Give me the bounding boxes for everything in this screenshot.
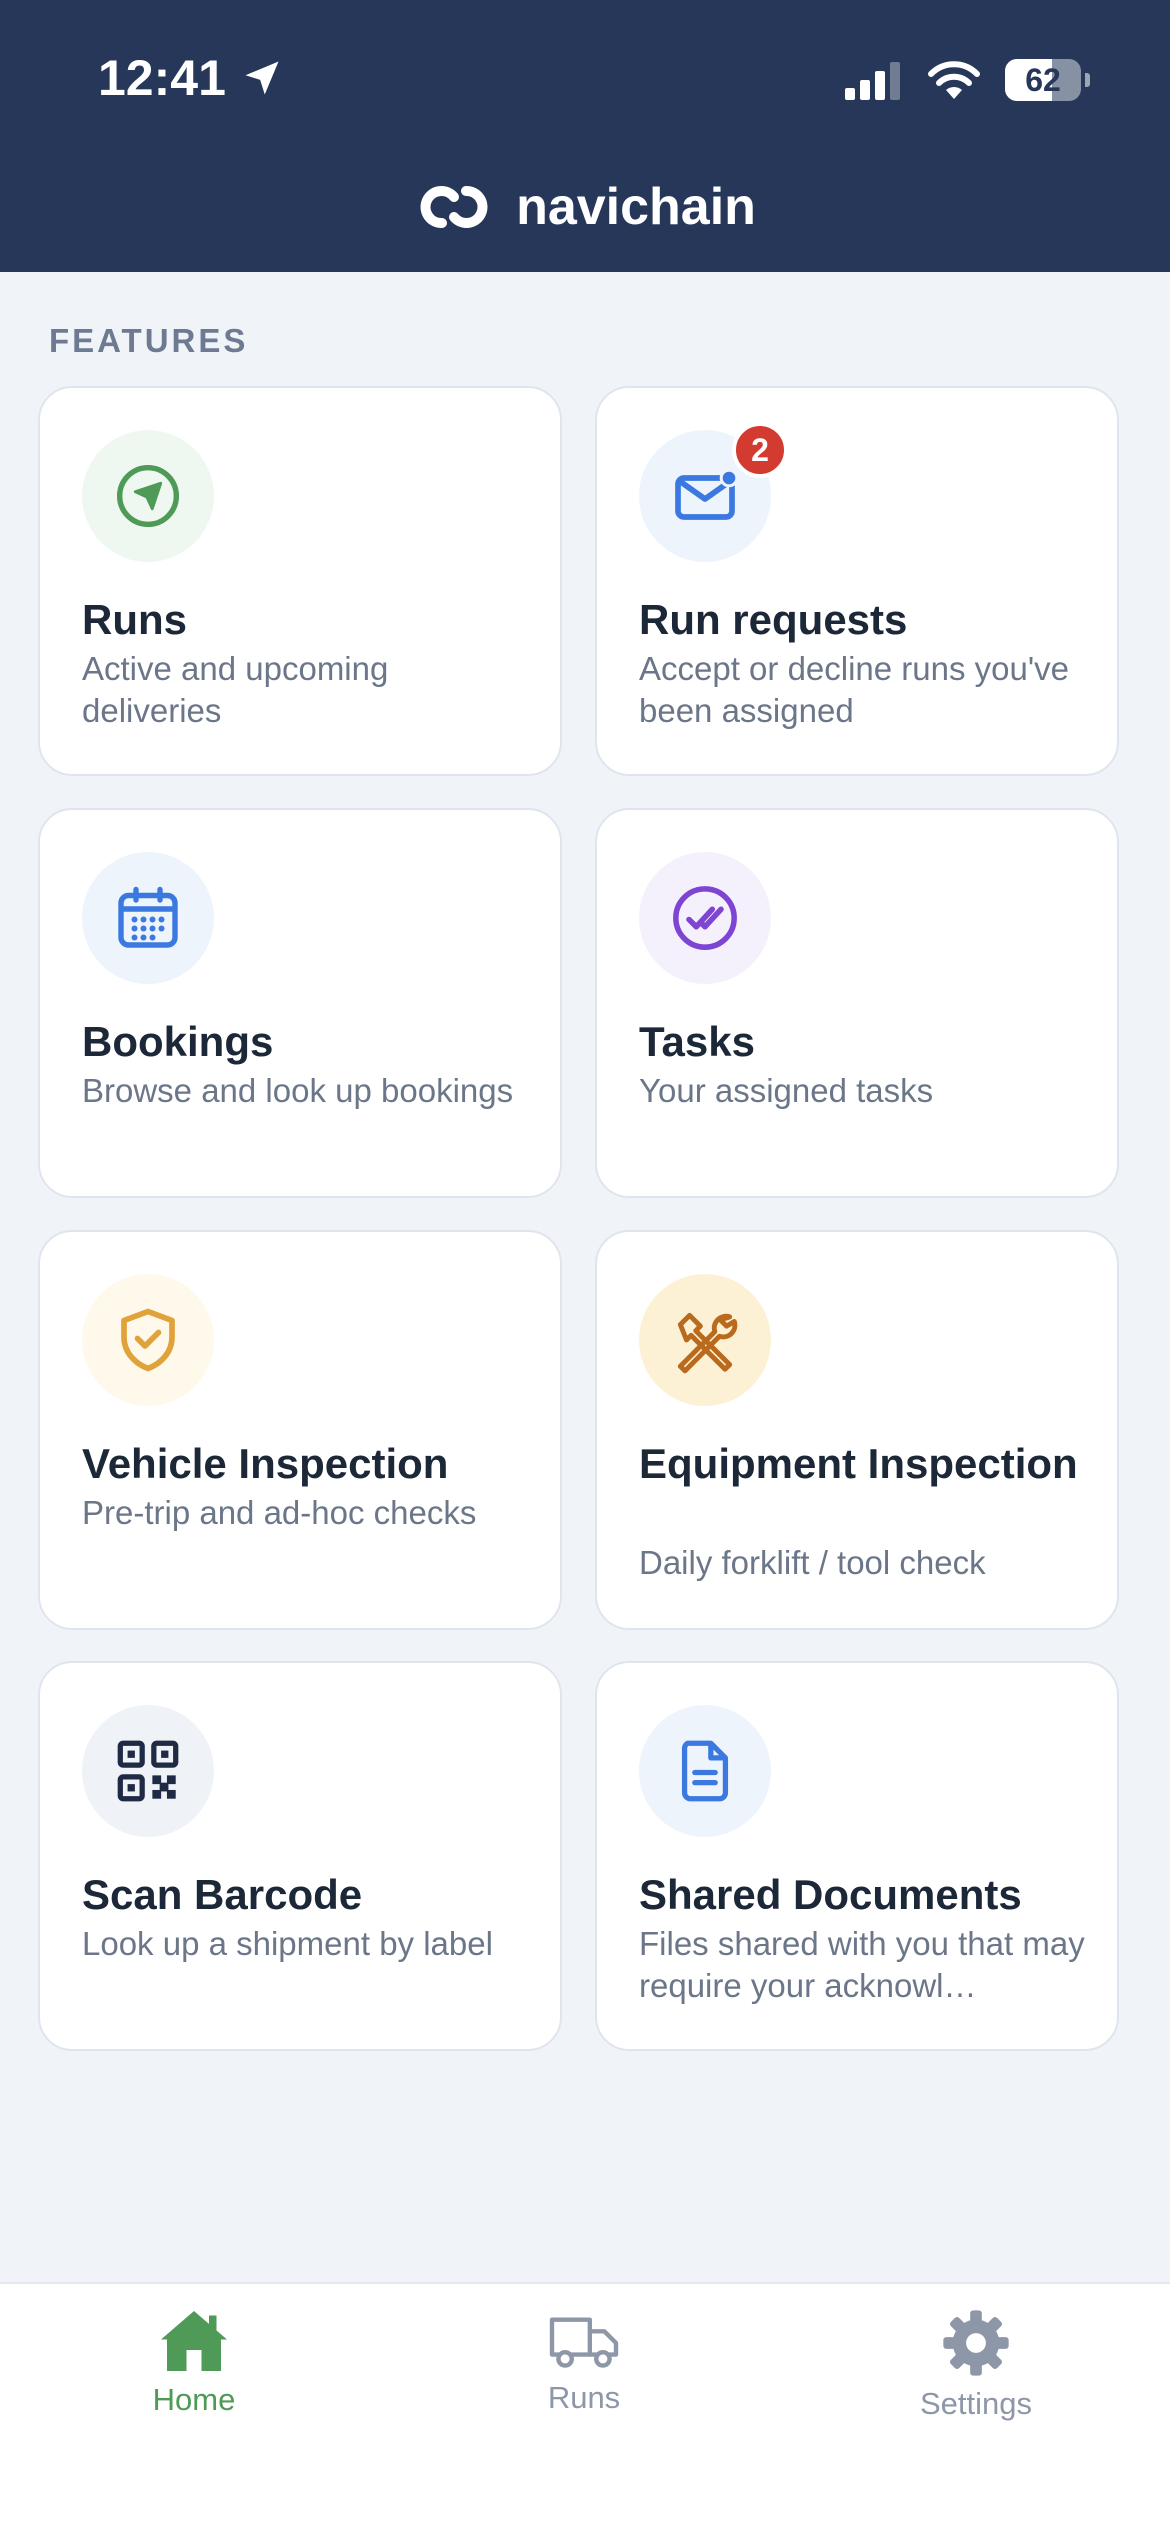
card-description: Browse and look up bookings (82, 1072, 514, 1109)
app-brand: navichain (0, 172, 1170, 242)
gear-icon (943, 2310, 1009, 2376)
card-title: Vehicle Inspection (82, 1440, 449, 1487)
card-description: Look up a shipment by label (82, 1925, 493, 1962)
card-description: Pre-trip and ad-hoc checks (82, 1494, 477, 1531)
icon-circle (639, 1274, 771, 1406)
card-title: Bookings (82, 1018, 274, 1065)
feature-card-scan-barcode[interactable]: Scan Barcode Look up a shipment by label (38, 1661, 562, 2051)
card-description: Your assigned tasks (639, 1072, 934, 1109)
feature-card-tasks[interactable]: Tasks Your assigned tasks (595, 808, 1119, 1198)
envelope-icon (675, 468, 739, 520)
calendar-icon (118, 886, 178, 948)
card-description: Active and upcoming deliveries (82, 650, 389, 729)
truck-icon (549, 2317, 619, 2368)
card-description: Daily forklift / tool check (639, 1544, 986, 1581)
cellular-signal-icon (845, 62, 900, 100)
app-name: navichain (516, 178, 756, 236)
tab-label: Home (152, 2382, 236, 2417)
home-icon (161, 2311, 227, 2371)
icon-circle (82, 430, 214, 562)
status-time: 12:41 (98, 48, 284, 108)
feature-card-equipment-inspection[interactable]: Equipment Inspection Daily forklift / to… (595, 1230, 1119, 1630)
card-description: Accept or decline runs you've been assig… (639, 650, 1070, 729)
card-title: Runs (82, 596, 187, 643)
card-title: Equipment Inspection (639, 1440, 1078, 1487)
document-icon (681, 1740, 729, 1802)
tab-runs[interactable]: Runs (464, 2308, 704, 2438)
tab-settings[interactable]: Settings (856, 2308, 1096, 2438)
icon-circle (82, 1274, 214, 1406)
status-time-text: 12:41 (98, 50, 226, 106)
icon-circle (82, 852, 214, 984)
feature-card-runs[interactable]: Runs Active and upcoming deliveries (38, 386, 562, 776)
card-title: Tasks (639, 1018, 755, 1065)
navichain-logo-icon (420, 186, 488, 228)
icon-circle (639, 852, 771, 984)
tab-label: Runs (547, 2380, 621, 2415)
section-title: FEATURES (49, 322, 249, 359)
feature-card-shared-documents[interactable]: Shared Documents Files shared with you t… (595, 1661, 1119, 2051)
card-description: Files shared with you that may require y… (639, 1925, 1085, 2004)
battery-indicator: 62 (1005, 59, 1090, 101)
app-header: 12:41 62 navichain (0, 0, 1170, 272)
status-indicators: 62 (845, 52, 1090, 108)
feature-card-bookings[interactable]: Bookings Browse and look up bookings (38, 808, 562, 1198)
unread-count-badge: 2 (732, 422, 788, 478)
shield-check-icon (121, 1308, 175, 1372)
icon-circle (82, 1705, 214, 1837)
check-circle-icon (673, 886, 737, 950)
feature-card-run-requests[interactable]: 2 Run requests Accept or decline runs yo… (595, 386, 1119, 776)
battery-icon: 62 (1005, 59, 1081, 101)
battery-level: 62 (1025, 61, 1061, 98)
wifi-icon (928, 61, 980, 99)
tab-label: Settings (919, 2386, 1032, 2421)
card-title: Shared Documents (639, 1871, 1022, 1918)
feature-card-vehicle-inspection[interactable]: Vehicle Inspection Pre-trip and ad-hoc c… (38, 1230, 562, 1630)
tab-home[interactable]: Home (74, 2308, 314, 2438)
card-title: Scan Barcode (82, 1871, 363, 1918)
qr-code-icon (117, 1740, 179, 1802)
card-title: Run requests (639, 596, 908, 643)
icon-circle (639, 1705, 771, 1837)
navigation-arrow-icon (116, 464, 180, 528)
location-arrow-icon (245, 61, 279, 95)
icon-circle: 2 (639, 422, 788, 562)
tools-icon (677, 1312, 738, 1374)
bottom-tab-bar: Home Runs Settings (0, 2282, 1170, 2532)
